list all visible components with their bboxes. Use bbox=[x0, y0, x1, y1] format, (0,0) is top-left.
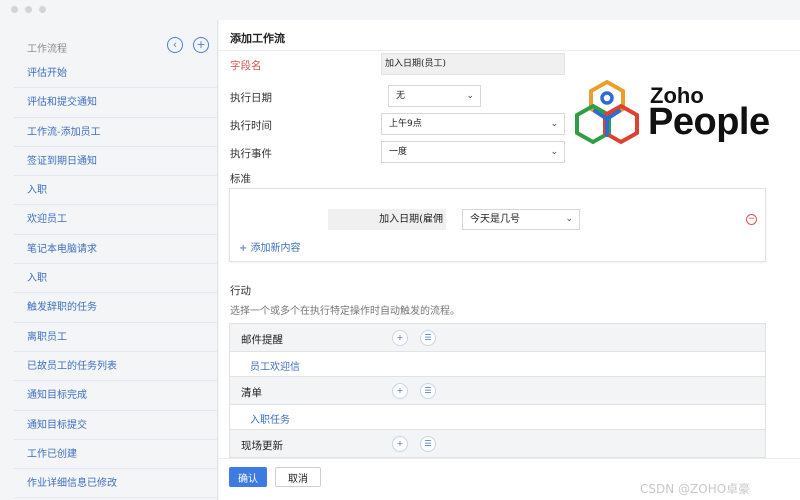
add-icon[interactable]: + bbox=[392, 383, 408, 399]
exec-time-label: 执行时间 bbox=[230, 120, 272, 132]
watermark: CSDN @ZOHO卓豪 bbox=[640, 482, 751, 496]
sidebar-item[interactable]: 工作已创建 bbox=[14, 440, 217, 470]
action-item-row: 入职任务 bbox=[230, 405, 765, 430]
sidebar-item[interactable]: 通知目标完成 bbox=[14, 381, 217, 411]
exec-date-label: 执行日期 bbox=[230, 92, 272, 104]
confirm-button[interactable]: 确认 bbox=[229, 467, 267, 487]
action-group-checklist: 清单 + ☰ bbox=[230, 377, 765, 405]
sidebar-item[interactable]: 作业详细信息已修改 bbox=[14, 469, 217, 499]
criteria-label: 标准 bbox=[230, 173, 251, 185]
chevron-left-icon[interactable]: ‹ bbox=[167, 37, 183, 53]
sidebar-item[interactable]: 评估和提交通知 bbox=[14, 88, 217, 118]
sidebar-item[interactable]: 离职员工 bbox=[14, 323, 217, 352]
sidebar-item[interactable]: 工作流-添加员工 bbox=[14, 118, 217, 147]
logo-people-text: People bbox=[648, 101, 770, 143]
criteria-operator-select[interactable]: 今天是几号 ⌄ bbox=[462, 209, 580, 230]
action-item-row: 员工欢迎信 bbox=[230, 352, 765, 377]
action-group-field-update: 现场更新 + ☰ bbox=[230, 430, 765, 457]
workflow-sidebar: 工作流程 ‹ + 评估开始 评估和提交通知 工作流-添加员工 签证到期日通知 入… bbox=[0, 20, 218, 500]
list-icon[interactable]: ☰ bbox=[420, 383, 436, 399]
add-icon[interactable]: + bbox=[193, 37, 209, 53]
sidebar-item[interactable]: 通知目标提交 bbox=[14, 411, 217, 440]
sidebar-header: 工作流程 ‹ + bbox=[0, 34, 217, 58]
actions-description: 选择一个或多个在执行特定操作时自动触发的流程。 bbox=[230, 306, 460, 317]
action-group-label: 清单 bbox=[241, 387, 262, 399]
window-close-dot[interactable] bbox=[11, 6, 18, 13]
sidebar-item[interactable]: 已故员工的任务列表 bbox=[14, 352, 217, 382]
exec-event-value: 一度 bbox=[389, 147, 408, 157]
exec-event-label: 执行事件 bbox=[230, 148, 272, 160]
criteria-field: 加入日期(雇佣 bbox=[328, 209, 446, 230]
exec-time-select[interactable]: 上午9点 ⌄ bbox=[381, 113, 565, 135]
field-name-label: 字段名 bbox=[230, 60, 262, 72]
list-icon[interactable]: ☰ bbox=[420, 330, 436, 346]
action-item-link[interactable]: 员工欢迎信 bbox=[250, 358, 300, 373]
action-group-email: 邮件提醒 + ☰ bbox=[230, 324, 765, 352]
chevron-down-icon: ⌄ bbox=[565, 214, 573, 224]
actions-box: 邮件提醒 + ☰ 员工欢迎信 清单 + ☰ 入职任务 现场更新 + ☰ bbox=[229, 323, 766, 458]
add-criteria-link[interactable]: + 添加新内容 bbox=[239, 239, 301, 254]
remove-criteria-icon[interactable]: − bbox=[746, 214, 757, 225]
sidebar-item[interactable]: 触发辞职的任务 bbox=[14, 293, 217, 323]
cancel-button[interactable]: 取消 bbox=[275, 467, 321, 487]
sidebar-item[interactable]: 入职 bbox=[14, 264, 217, 294]
exec-date-value: 无 bbox=[396, 91, 406, 101]
sidebar-item[interactable]: 评估开始 bbox=[14, 59, 217, 89]
criteria-operator-value: 今天是几号 bbox=[470, 214, 520, 225]
title-divider bbox=[219, 50, 800, 51]
criteria-box: 加入日期(雇佣 今天是几号 ⌄ − + 添加新内容 bbox=[229, 188, 766, 262]
app-window: 工作流程 ‹ + 评估开始 评估和提交通知 工作流-添加员工 签证到期日通知 入… bbox=[0, 0, 800, 500]
add-icon[interactable]: + bbox=[392, 330, 408, 346]
sidebar-item[interactable]: 欢迎员工 bbox=[14, 205, 217, 235]
sidebar-item[interactable]: 笔记本电脑请求 bbox=[14, 235, 217, 265]
sidebar-item[interactable]: 入职 bbox=[14, 176, 217, 206]
window-titlebar bbox=[0, 0, 800, 20]
window-zoom-dot[interactable] bbox=[39, 6, 46, 13]
action-item-link[interactable]: 入职任务 bbox=[250, 411, 290, 426]
field-name-value: 加入日期(员工) bbox=[381, 53, 565, 75]
zoho-people-logo-mark bbox=[575, 79, 639, 145]
chevron-down-icon: ⌄ bbox=[466, 91, 474, 101]
add-icon[interactable]: + bbox=[392, 436, 408, 452]
chevron-down-icon: ⌄ bbox=[550, 147, 558, 157]
sidebar-item[interactable]: 签证到期日通知 bbox=[14, 147, 217, 177]
zoho-people-logo: Zoho People bbox=[574, 79, 774, 149]
page-title: 添加工作流 bbox=[230, 32, 285, 45]
workflow-list: 评估开始 评估和提交通知 工作流-添加员工 签证到期日通知 入职 欢迎员工 笔记… bbox=[14, 59, 217, 499]
sidebar-title: 工作流程 bbox=[27, 44, 67, 55]
list-icon[interactable]: ☰ bbox=[420, 436, 436, 452]
chevron-down-icon: ⌄ bbox=[550, 119, 558, 129]
action-group-label: 现场更新 bbox=[241, 440, 283, 452]
exec-time-value: 上午9点 bbox=[389, 119, 422, 129]
action-group-label: 邮件提醒 bbox=[241, 334, 283, 346]
exec-event-select[interactable]: 一度 ⌄ bbox=[381, 141, 565, 163]
actions-title: 行动 bbox=[230, 285, 251, 297]
window-minimize-dot[interactable] bbox=[25, 6, 32, 13]
exec-date-select[interactable]: 无 ⌄ bbox=[388, 85, 481, 107]
